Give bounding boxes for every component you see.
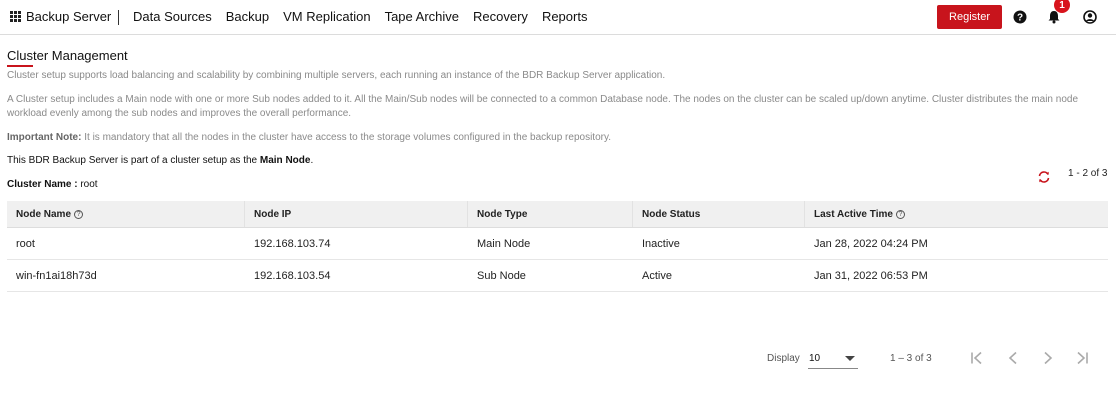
col-node-ip[interactable]: Node IP — [245, 201, 468, 227]
page-size-select[interactable]: 10 — [808, 349, 858, 369]
col-node-name-label: Node Name — [16, 208, 72, 220]
description-intro: Cluster setup supports load balancing an… — [7, 70, 666, 81]
table-row[interactable]: root 192.168.103.74 Main Node Inactive J… — [7, 228, 1108, 260]
app-grid-icon[interactable] — [10, 10, 22, 23]
info-icon[interactable]: ? — [895, 209, 905, 219]
chevron-down-icon[interactable] — [845, 356, 855, 361]
divider — [118, 10, 119, 25]
main-nav: Data Sources Backup VM Replication Tape … — [133, 9, 601, 24]
description-details: A Cluster setup includes a Main node wit… — [7, 94, 1079, 119]
register-button[interactable]: Register — [937, 5, 1002, 29]
cell-node-ip: 192.168.103.74 — [254, 237, 331, 250]
nav-vm-replication[interactable]: VM Replication — [283, 9, 370, 24]
nodes-table: Node Name? Node IP Node Type Node Status… — [7, 201, 1108, 292]
page-size-value: 10 — [809, 353, 821, 364]
page-title: Cluster Management — [7, 48, 128, 63]
col-node-name[interactable]: Node Name? — [7, 201, 245, 227]
role-prefix: This BDR Backup Server is part of a clus… — [7, 155, 260, 166]
cluster-role-info: This BDR Backup Server is part of a clus… — [7, 155, 313, 166]
cell-node-name: root — [16, 237, 35, 250]
first-page-icon[interactable] — [969, 350, 985, 366]
refresh-icon[interactable] — [1037, 170, 1051, 184]
nav-tape-archive[interactable]: Tape Archive — [385, 9, 459, 24]
cell-node-ip: 192.168.103.54 — [254, 269, 331, 282]
notification-badge: 1 — [1054, 0, 1070, 13]
important-note: Important Note: It is mandatory that all… — [7, 131, 1107, 145]
nav-backup[interactable]: Backup — [226, 9, 269, 24]
title-underline — [7, 65, 33, 67]
help-icon[interactable]: ? — [1013, 10, 1027, 24]
record-count: 1 - 2 of 3 — [1068, 168, 1108, 179]
table-row[interactable]: win-fn1ai18h73d 192.168.103.54 Sub Node … — [7, 260, 1108, 292]
nav-recovery[interactable]: Recovery — [473, 9, 528, 24]
nav-data-sources[interactable]: Data Sources — [133, 9, 212, 24]
col-node-type[interactable]: Node Type — [468, 201, 633, 227]
note-label: Important Note: — [7, 132, 82, 143]
cluster-name-label: Cluster Name : — [7, 179, 78, 190]
cell-node-type: Sub Node — [477, 269, 526, 282]
col-node-status[interactable]: Node Status — [633, 201, 805, 227]
brand[interactable]: Backup Server — [10, 9, 111, 24]
note-text: It is mandatory that all the nodes in th… — [81, 132, 612, 143]
top-bar: Backup Server Data Sources Backup VM Rep… — [0, 0, 1116, 35]
role-suffix: . — [310, 155, 314, 166]
nav-reports[interactable]: Reports — [542, 9, 588, 24]
cell-last-active: Jan 31, 2022 06:53 PM — [814, 269, 928, 282]
last-page-icon[interactable] — [1074, 350, 1090, 366]
cell-node-status: Inactive — [642, 237, 680, 250]
cell-node-name: win-fn1ai18h73d — [16, 269, 97, 282]
user-icon[interactable] — [1083, 10, 1097, 24]
role-value: Main Node — [259, 155, 311, 166]
previous-page-icon[interactable] — [1005, 350, 1021, 366]
info-icon[interactable]: ? — [74, 209, 84, 219]
cell-node-type: Main Node — [477, 237, 531, 250]
page-range: 1 – 3 of 3 — [890, 353, 932, 364]
display-label: Display — [767, 353, 800, 364]
next-page-icon[interactable] — [1040, 350, 1056, 366]
col-last-active-time[interactable]: Last Active Time? — [805, 201, 1108, 227]
cell-node-status: Active — [642, 269, 672, 282]
brand-name: Backup Server — [26, 9, 112, 24]
col-last-active-label: Last Active Time — [814, 208, 893, 220]
table-header: Node Name? Node IP Node Type Node Status… — [7, 201, 1108, 228]
cell-last-active: Jan 28, 2022 04:24 PM — [814, 237, 928, 250]
svg-text:?: ? — [1017, 13, 1023, 24]
cluster-name: Cluster Name : root — [7, 179, 98, 190]
cluster-name-value: root — [77, 179, 98, 190]
